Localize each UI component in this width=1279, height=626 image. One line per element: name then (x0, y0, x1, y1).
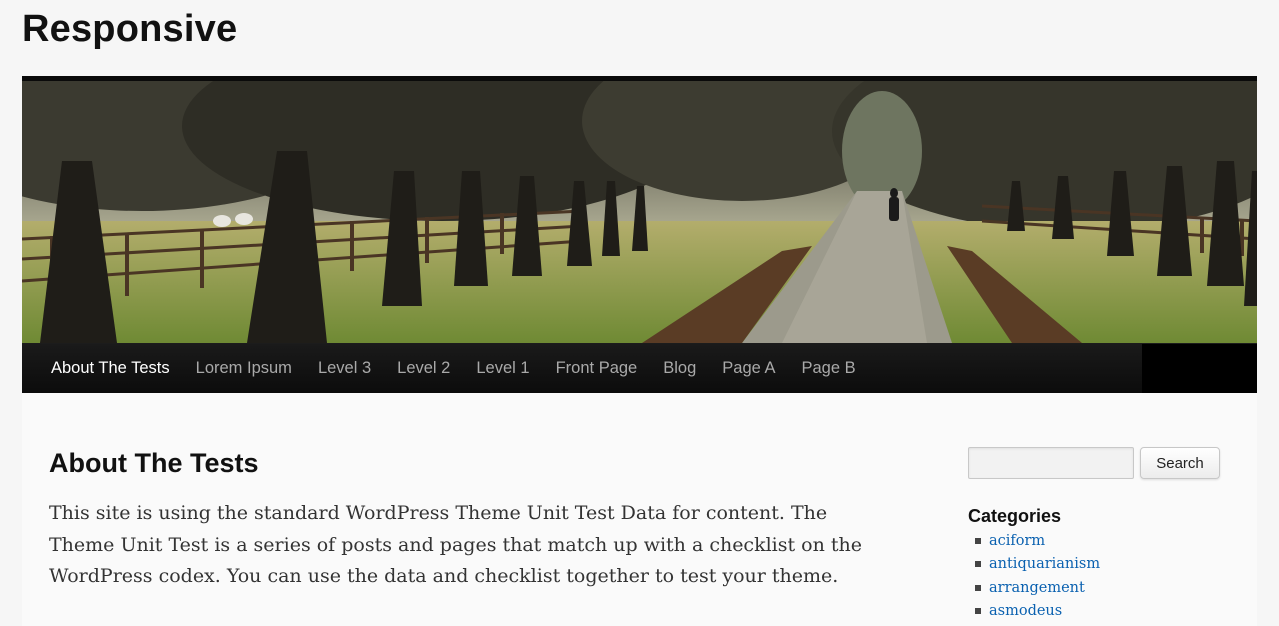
category-link-asmodeus[interactable]: asmodeus (989, 603, 1062, 619)
category-item: asmodeus (975, 600, 1100, 624)
nav-item-front-page[interactable]: Front Page (543, 344, 651, 393)
search-button[interactable]: Search (1140, 447, 1220, 479)
bullet-icon (975, 584, 981, 591)
bullet-icon (975, 561, 981, 568)
bullet-icon (975, 537, 981, 544)
main-navigation: About The Tests Lorem Ipsum Level 3 Leve… (22, 343, 1257, 393)
nav-item-level-3[interactable]: Level 3 (305, 344, 384, 393)
bullet-icon (975, 608, 981, 615)
category-link-antiquarianism[interactable]: antiquarianism (989, 556, 1100, 572)
category-item: aciform (975, 529, 1100, 553)
search-input[interactable] (968, 447, 1134, 479)
nav-item-lorem-ipsum[interactable]: Lorem Ipsum (183, 344, 305, 393)
nav-item-level-2[interactable]: Level 2 (384, 344, 463, 393)
nav-item-about-the-tests[interactable]: About The Tests (38, 344, 183, 393)
page-title: About The Tests (49, 448, 259, 478)
categories-list: aciform antiquarianism arrangement asmod… (975, 529, 1100, 623)
nav-item-blog[interactable]: Blog (650, 344, 709, 393)
category-item: antiquarianism (975, 553, 1100, 577)
category-link-aciform[interactable]: aciform (989, 533, 1045, 549)
category-link-arrangement[interactable]: arrangement (989, 580, 1085, 596)
categories-widget-title: Categories (968, 506, 1062, 526)
tree-lined-path-illustration (22, 81, 1257, 343)
page-body-text: This site is using the standard WordPres… (49, 502, 863, 587)
nav-item-page-a[interactable]: Page A (709, 344, 788, 393)
nav-item-page-b[interactable]: Page B (788, 344, 868, 393)
category-item: arrangement (975, 576, 1100, 600)
header-image (22, 76, 1257, 343)
site-title[interactable]: Responsive (22, 8, 237, 51)
nav-menu: About The Tests Lorem Ipsum Level 3 Leve… (22, 344, 1142, 393)
nav-item-level-1[interactable]: Level 1 (463, 344, 542, 393)
